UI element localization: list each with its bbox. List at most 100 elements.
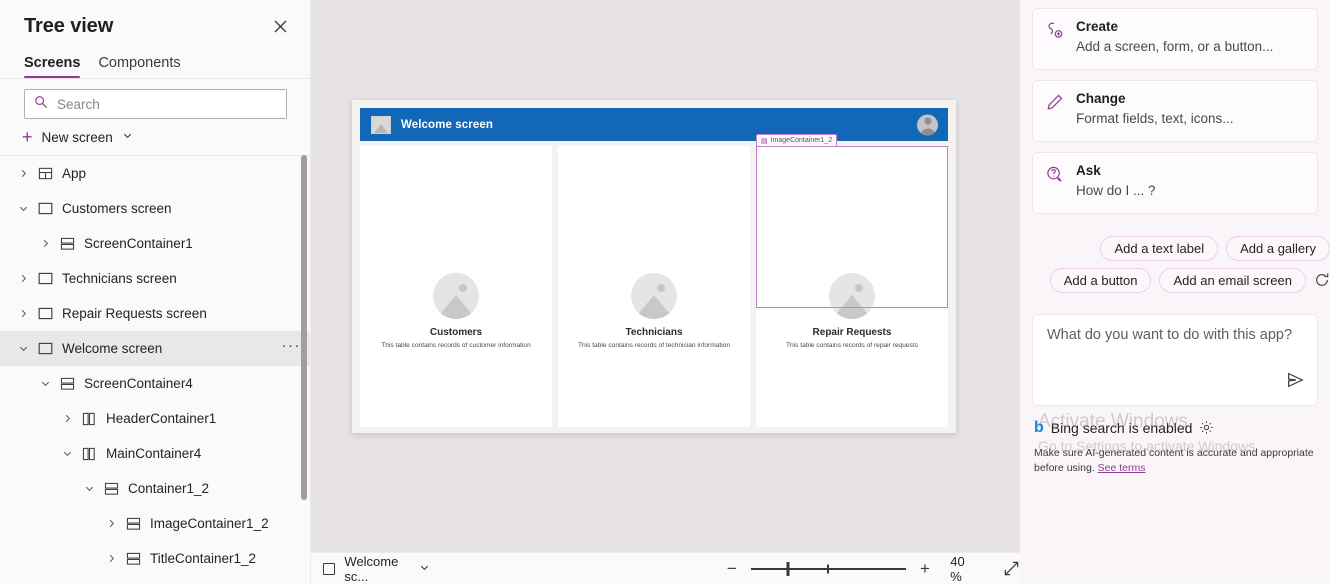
tree-item-label: ImageContainer1_2 — [150, 516, 269, 531]
chevron-down-icon[interactable] — [78, 483, 100, 494]
chip-row-2: Add a button Add an email screen — [1020, 267, 1330, 293]
app-header-bar[interactable]: Welcome screen — [360, 108, 948, 141]
refresh-icon[interactable] — [1314, 272, 1330, 288]
suggestion-chip[interactable]: Add an email screen — [1159, 267, 1306, 293]
send-icon[interactable] — [1285, 370, 1305, 395]
page-title: Tree view — [24, 14, 114, 37]
search-icon — [34, 95, 48, 114]
tree-item-screencontainer4[interactable]: ScreenContainer4 — [0, 366, 311, 401]
tree-item-label: App — [62, 166, 87, 181]
tree-item-customers-screen[interactable]: Customers screen — [0, 191, 311, 226]
card-title: Repair Requests — [812, 327, 892, 338]
copilot-card-create[interactable]: Create Add a screen, form, or a button... — [1032, 8, 1318, 70]
tree-item-app[interactable]: App — [0, 156, 311, 191]
tree-item-label: Container1_2 — [128, 481, 210, 496]
copilot-prompt-box[interactable]: What do you want to do with this app? — [1032, 313, 1318, 406]
app-card[interactable]: Technicians This table contains records o… — [558, 146, 750, 427]
tree-item-imagecontainer1-2[interactable]: ImageContainer1_2 — [0, 506, 311, 541]
copilot-card-change[interactable]: Change Format fields, text, icons... — [1032, 79, 1318, 142]
suggestion-chip[interactable]: Add a button — [1049, 267, 1152, 293]
app-icon — [34, 166, 56, 181]
vertical-container-icon — [100, 482, 122, 496]
vertical-container-icon — [122, 517, 144, 531]
copilot-disclaimer: Make sure AI-generated content is accura… — [1034, 446, 1316, 476]
chevron-down-icon[interactable] — [12, 343, 34, 354]
app-preview-frame[interactable]: Welcome screen Customers This table conta… — [352, 100, 956, 433]
tab-screens[interactable]: Screens — [24, 51, 81, 78]
chevron-down-icon — [122, 128, 133, 146]
zoom-out-button[interactable]: − — [722, 558, 743, 580]
app-card[interactable]: Customers This table contains records of … — [360, 146, 552, 427]
tree-item-repair-requests-screen[interactable]: Repair Requests screen — [0, 296, 311, 331]
tree-item-technicians-screen[interactable]: Technicians screen — [0, 261, 311, 296]
user-avatar-icon[interactable] — [917, 114, 938, 135]
tree-item-label: Welcome screen — [62, 341, 163, 356]
canvas-bottom-bar: Welcome sc... − + 40 % — [311, 552, 1020, 584]
card-description: This table contains records of customer … — [381, 342, 531, 349]
tree-item-maincontainer4[interactable]: MainContainer4 — [0, 436, 311, 471]
card-title: Customers — [429, 327, 483, 338]
tab-components[interactable]: Components — [98, 51, 180, 78]
image-placeholder-icon — [371, 115, 391, 134]
tree-item-container1-2[interactable]: Container1_2 — [0, 471, 311, 506]
gear-icon[interactable] — [1199, 420, 1214, 435]
screen-icon — [323, 562, 336, 575]
card-image-zone[interactable] — [756, 146, 948, 323]
zoom-slider[interactable] — [751, 561, 906, 576]
tree-item-titlecontainer1-2[interactable]: TitleContainer1_2 — [0, 541, 311, 576]
search-box[interactable] — [24, 89, 287, 119]
zoom-level-value: 40 % — [950, 553, 965, 584]
fit-to-screen-icon[interactable] — [1003, 560, 1020, 577]
powerapps-studio-window: Tree view Screens Components Search + Ne… — [0, 0, 1330, 584]
suggestion-chip[interactable]: Add a text label — [1100, 235, 1219, 261]
chevron-right-icon[interactable] — [100, 518, 122, 529]
copilot-panel: Create Add a screen, form, or a button...… — [1020, 0, 1330, 584]
search-input[interactable] — [57, 96, 277, 112]
image-placeholder-icon — [631, 273, 677, 319]
canvas-area[interactable]: Welcome screen Customers This table conta… — [311, 0, 1020, 584]
tree-item-welcome-screen[interactable]: Welcome screen ··· — [0, 331, 311, 366]
tree-scrollbar[interactable] — [301, 155, 307, 500]
chevron-right-icon[interactable] — [34, 238, 56, 249]
card-image-zone[interactable] — [360, 146, 552, 323]
screen-selector[interactable]: Welcome sc... — [311, 554, 430, 584]
copilot-suggestion-chips: Add a text label Add a gallery Add a butt… — [1020, 230, 1330, 308]
pencil-icon — [1045, 91, 1065, 130]
suggestion-chip[interactable]: Add a gallery — [1226, 235, 1330, 261]
copilot-card-body: Change Format fields, text, icons... — [1076, 91, 1234, 130]
tree-item-screencontainer1[interactable]: ScreenContainer1 — [0, 226, 311, 261]
bing-search-status: Bing search is enabled — [1050, 419, 1193, 436]
copilot-card-subtitle: Add a screen, form, or a button... — [1076, 39, 1274, 54]
tree-item-label: TitleContainer1_2 — [150, 551, 257, 566]
vertical-container-icon — [122, 552, 144, 566]
chevron-right-icon[interactable] — [56, 413, 78, 424]
screen-icon — [34, 342, 56, 355]
zoom-slider-thumb[interactable] — [786, 561, 790, 576]
tree-item-label: Technicians screen — [62, 271, 177, 286]
chevron-down-icon[interactable] — [12, 203, 34, 214]
screen-selector-label: Welcome sc... — [344, 553, 399, 584]
card-title: Technicians — [625, 327, 683, 338]
chevron-down-icon[interactable] — [34, 378, 56, 389]
tree-item-headercontainer1[interactable]: HeaderContainer1 — [0, 401, 311, 436]
chevron-right-icon[interactable] — [12, 308, 34, 319]
chevron-down-icon[interactable] — [56, 448, 78, 459]
copilot-prompt-placeholder: What do you want to do with this app? — [1047, 326, 1293, 343]
chevron-right-icon[interactable] — [100, 553, 122, 564]
copilot-card-subtitle: Format fields, text, icons... — [1076, 110, 1234, 126]
tree-item-more-menu[interactable]: ··· — [282, 337, 302, 360]
screen-icon — [34, 307, 56, 320]
chevron-right-icon[interactable] — [12, 168, 34, 179]
card-image-zone[interactable] — [558, 146, 750, 323]
copilot-card-body: Ask How do I ... ? — [1076, 163, 1156, 202]
app-card[interactable]: Repair Requests This table contains recor… — [756, 134, 948, 427]
vertical-container-icon — [56, 377, 78, 391]
copilot-card-ask[interactable]: Ask How do I ... ? — [1032, 151, 1318, 214]
chevron-right-icon[interactable] — [12, 273, 34, 284]
new-screen-button[interactable]: + New screen — [0, 119, 311, 155]
zoom-in-button[interactable]: + — [915, 558, 936, 580]
cards-row: Customers This table contains records of … — [360, 134, 948, 427]
see-terms-link[interactable]: See terms — [1098, 462, 1146, 474]
horizontal-container-icon — [78, 412, 100, 426]
close-icon[interactable] — [265, 11, 295, 41]
